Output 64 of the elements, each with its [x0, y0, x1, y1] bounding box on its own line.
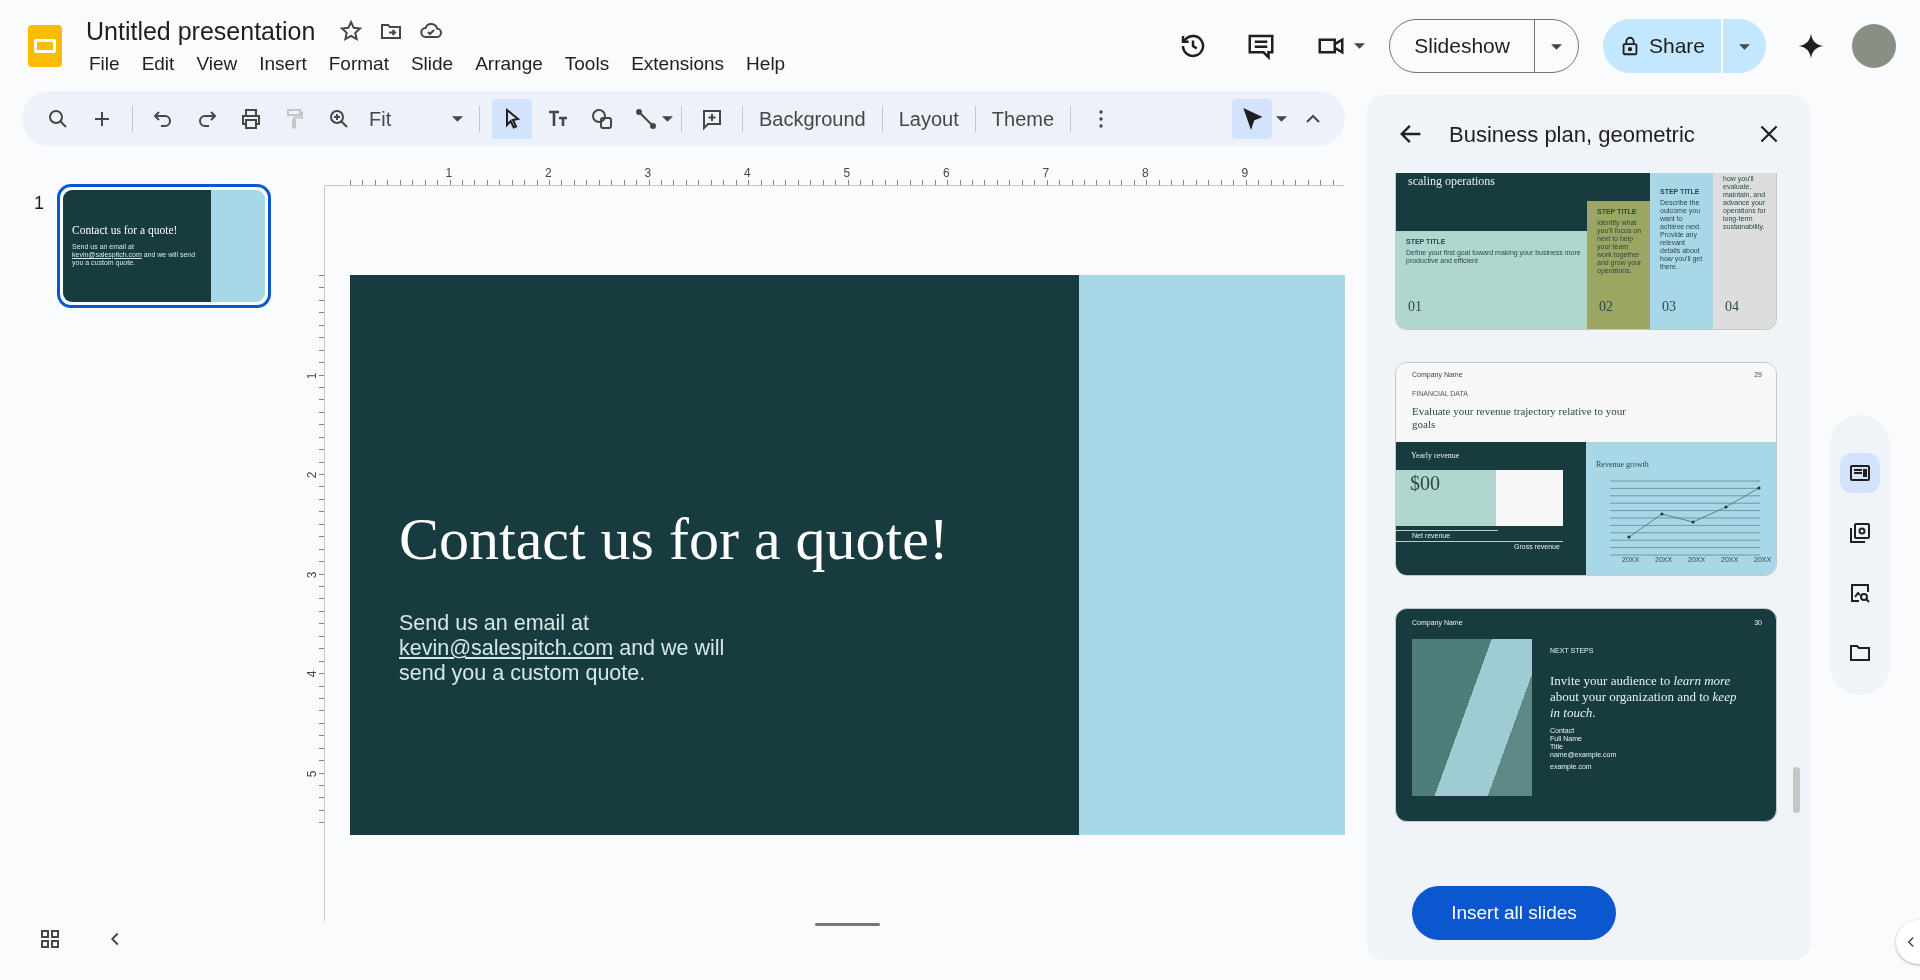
ruler-number: 8: [1142, 165, 1149, 182]
resize-handle[interactable]: [815, 923, 880, 926]
template-preview[interactable]: [1395, 173, 1777, 330]
ruler-number: 5: [843, 165, 851, 182]
menu-item[interactable]: Edit: [130, 50, 186, 79]
zoom-dropdown[interactable]: Fit: [361, 99, 471, 138]
ruler-number: 3: [644, 165, 652, 182]
step-number: 04: [1724, 298, 1740, 316]
caret-icon: [452, 115, 463, 122]
ruler-number: 7: [1042, 165, 1050, 182]
ruler-number: 1: [445, 165, 453, 182]
template-heading: Invite your audience to learn more about your organization and to keep in touch.: [1550, 673, 1738, 721]
insert-all-slides-button[interactable]: Insert all slides: [1412, 886, 1616, 940]
line-icon[interactable]: [634, 106, 658, 131]
menu-item[interactable]: Help: [735, 50, 797, 79]
menu-item[interactable]: Arrange: [464, 50, 554, 79]
panel-label: Revenue growth: [1596, 459, 1649, 471]
menu-item[interactable]: Format: [317, 50, 400, 79]
panel-title: Business plan, geometric: [1449, 120, 1695, 149]
slide-layout-icon[interactable]: [1840, 453, 1880, 493]
ruler-number: 3: [304, 571, 321, 578]
step-number: 01: [1407, 298, 1423, 316]
slide-title: Contact us for a quote!: [399, 505, 950, 574]
step-number: 03: [1661, 298, 1677, 316]
caret-icon[interactable]: [1354, 42, 1366, 49]
ruler-number: 1: [304, 372, 321, 379]
panel-label: Yearly revenue: [1410, 450, 1461, 462]
template-heading: Evaluate your revenue trajectory relative to your goals: [1412, 405, 1627, 431]
menu-item[interactable]: Extensions: [620, 50, 736, 79]
print-icon[interactable]: [239, 106, 263, 131]
slide-number: 1: [33, 192, 45, 215]
ruler-number: 2: [545, 165, 552, 182]
caret-icon: [1739, 44, 1750, 51]
menu-item[interactable]: File: [78, 50, 131, 79]
revenue-amount: $00: [1410, 473, 1441, 493]
slide-paragraph: Send us an email at kevin@salespitch.com and we will send you a custom quote.: [399, 611, 726, 686]
avatar[interactable]: [1852, 23, 1896, 68]
ruler-number: 9: [1241, 165, 1249, 182]
menu-item[interactable]: Tools: [553, 50, 621, 79]
menu-item[interactable]: Slide: [399, 50, 465, 79]
ruler-number: 4: [744, 165, 751, 182]
ruler-number: 4: [304, 670, 321, 678]
caret-icon[interactable]: [662, 115, 673, 122]
shapes-icon[interactable]: [590, 106, 614, 131]
revenue-target-block: [1496, 470, 1563, 526]
star-icon[interactable]: [339, 19, 364, 44]
menu-item[interactable]: View: [185, 50, 249, 79]
email-link[interactable]: kevin@salespitch.com: [399, 636, 614, 660]
toolbar-button[interactable]: Background: [751, 99, 874, 138]
scrollbar-thumb[interactable]: [1793, 767, 1800, 813]
template-heading: scaling operations: [1407, 173, 1496, 187]
menu-item[interactable]: Insert: [248, 50, 318, 79]
caret-icon: [1550, 44, 1562, 51]
slide-title: Contact us for a quote!: [72, 224, 179, 237]
ruler-number: 6: [943, 165, 950, 182]
pointer-icon[interactable]: [1232, 98, 1272, 139]
ruler-number: 2: [304, 471, 321, 479]
document-title[interactable]: Untitled presentation: [78, 12, 324, 50]
toolbar-button[interactable]: Layout: [890, 99, 967, 138]
caret-icon[interactable]: [1276, 115, 1287, 122]
step-number: 02: [1598, 298, 1614, 316]
grid-view-icon[interactable]: [38, 927, 62, 951]
ruler-number: 5: [304, 770, 321, 777]
toolbar-button[interactable]: Theme: [983, 99, 1063, 138]
